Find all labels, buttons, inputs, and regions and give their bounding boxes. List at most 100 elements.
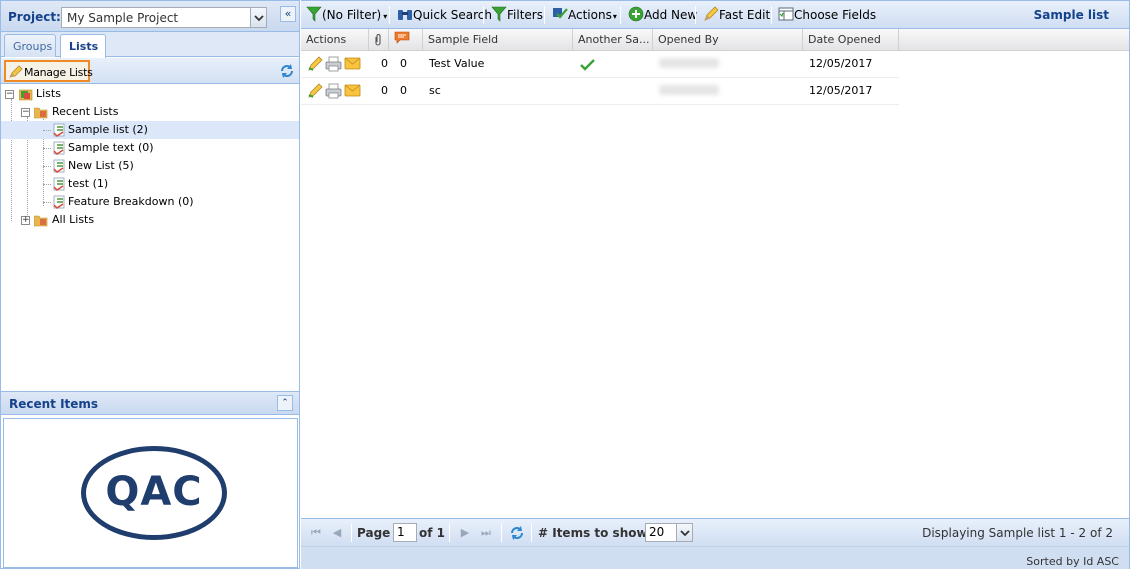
tree-item-list[interactable]: Feature Breakdown (0): [1, 193, 299, 211]
fast-edit-button[interactable]: Fast Edit: [703, 6, 770, 24]
displaying-text: Displaying Sample list 1 - 2 of 2: [922, 526, 1113, 540]
main-panel: (No Filter) ▾ Quick Search Filters Action…: [301, 0, 1130, 569]
prev-page-icon[interactable]: ◀: [330, 526, 344, 540]
manage-lists-bar: Manage Lists: [1, 58, 299, 84]
page-label: Page: [357, 526, 391, 540]
collapse-toggle-icon[interactable]: −: [21, 108, 30, 117]
email-icon[interactable]: [344, 84, 361, 101]
comment-count: 0: [400, 57, 407, 70]
sample-field-value: Test Value: [429, 57, 485, 70]
list-icon: [52, 123, 66, 137]
column-header-opened-by[interactable]: Opened By: [653, 29, 803, 51]
tree-item-label: New List (5): [68, 159, 134, 172]
column-header-attachments[interactable]: [369, 29, 389, 51]
opened-by-value: [659, 85, 719, 95]
actions-dropdown[interactable]: Actions▾: [552, 6, 617, 24]
email-icon[interactable]: [344, 57, 361, 74]
items-per-page-select[interactable]: 20: [645, 523, 693, 542]
list-title: Sample list: [1033, 8, 1109, 22]
list-icon: [52, 159, 66, 173]
choose-fields-button[interactable]: Choose Fields: [778, 6, 876, 24]
filters-button[interactable]: Filters: [491, 6, 543, 24]
tree-item-label: Feature Breakdown (0): [68, 195, 194, 208]
folder-icon: [33, 213, 48, 227]
paperclip-icon: [375, 34, 381, 46]
last-page-icon[interactable]: ⏭: [479, 526, 493, 540]
page-number-input[interactable]: 1: [393, 523, 417, 542]
chevron-down-icon: [254, 15, 264, 22]
manage-lists-label: Manage Lists: [24, 66, 93, 79]
qac-logo: QAC: [81, 446, 227, 540]
tree-item-list[interactable]: Sample list (2): [1, 121, 299, 139]
edit-icon[interactable]: [307, 56, 323, 75]
expand-toggle-icon[interactable]: +: [21, 216, 30, 225]
comment-count: 0: [400, 84, 407, 97]
column-header-sample-field[interactable]: Sample Field: [423, 29, 573, 51]
actions-icon: [553, 8, 568, 19]
page-total: of 1: [419, 526, 445, 540]
left-panel: Project: My Sample Project « Groups List…: [0, 0, 300, 569]
collapse-left-panel-button[interactable]: «: [280, 6, 296, 22]
first-page-icon[interactable]: ⏮: [309, 526, 323, 540]
project-label: Project:: [8, 10, 61, 24]
checkmark-icon: [580, 58, 595, 74]
project-dropdown-trigger[interactable]: [250, 8, 266, 27]
list-icon: [52, 141, 66, 155]
tree-item-list[interactable]: New List (5): [1, 157, 299, 175]
actions-label: Actions: [568, 8, 612, 22]
attachment-count: 0: [381, 57, 388, 70]
column-header-date-opened[interactable]: Date Opened: [803, 29, 899, 51]
tree-item-list[interactable]: Sample text (0): [1, 139, 299, 157]
date-opened-value: 12/05/2017: [809, 84, 873, 97]
grid-toolbar: (No Filter) ▾ Quick Search Filters Action…: [301, 1, 1129, 29]
edit-icon[interactable]: [307, 83, 323, 102]
tree-item-label: test (1): [68, 177, 109, 190]
lists-folder-icon: [18, 87, 33, 101]
collapse-up-icon[interactable]: ⌃: [277, 395, 293, 411]
dropdown-arrow-icon: ▾: [612, 12, 617, 21]
tab-groups[interactable]: Groups: [4, 34, 56, 57]
manage-lists-button[interactable]: Manage Lists: [4, 60, 93, 82]
tree-item-list[interactable]: test (1): [1, 175, 299, 193]
left-tabstrip: Groups Lists: [1, 32, 299, 58]
print-icon[interactable]: [325, 83, 342, 102]
fast-edit-label: Fast Edit: [719, 8, 771, 22]
lists-tree: − Lists − Recent Lists Sample list (2) S…: [1, 85, 299, 385]
recent-items-header: Recent Items ⌃: [1, 391, 299, 415]
tree-item-label: Sample list (2): [68, 123, 148, 136]
table-row[interactable]: 0 0 Test Value 12/05/2017: [301, 51, 899, 78]
collapse-toggle-icon[interactable]: −: [5, 90, 14, 99]
pencil-icon: [704, 6, 719, 21]
sample-field-value: sc: [429, 84, 441, 97]
column-header-another-sample[interactable]: Another Sa...: [573, 29, 653, 51]
add-new-button[interactable]: Add New: [628, 6, 697, 24]
filter-label: (No Filter): [322, 8, 382, 22]
project-combobox[interactable]: My Sample Project: [61, 7, 267, 28]
pagination-bar: ⏮ ◀ Page 1 of 1 ▶ ⏭ # Items to show: 20 …: [301, 518, 1129, 546]
next-page-icon[interactable]: ▶: [458, 526, 472, 540]
status-bar: Sorted by Id ASC: [301, 546, 1129, 569]
refresh-icon[interactable]: [279, 63, 295, 79]
quick-search-button[interactable]: Quick Search: [397, 6, 492, 24]
items-per-page-value: 20: [649, 525, 665, 539]
refresh-icon[interactable]: [509, 525, 525, 544]
sort-status: Sorted by Id ASC: [1026, 555, 1119, 568]
binoculars-icon: [398, 10, 412, 20]
attachment-count: 0: [381, 84, 388, 97]
opened-by-value: [659, 58, 719, 68]
table-row[interactable]: 0 0 sc 12/05/2017: [301, 78, 899, 105]
add-new-label: Add New: [644, 8, 698, 22]
items-dropdown-trigger[interactable]: [676, 524, 692, 541]
items-to-show-label: # Items to show:: [538, 526, 653, 540]
filter-dropdown[interactable]: (No Filter) ▾: [306, 6, 387, 24]
tab-lists[interactable]: Lists: [60, 34, 106, 58]
comment-icon: [394, 31, 410, 44]
print-icon[interactable]: [325, 56, 342, 75]
tree-label-recent-lists: Recent Lists: [52, 105, 119, 118]
project-value: My Sample Project: [67, 11, 179, 25]
column-header-comments[interactable]: [389, 29, 423, 51]
date-opened-value: 12/05/2017: [809, 57, 873, 70]
tree-label-lists: Lists: [36, 87, 61, 100]
grid-header: Actions Sample Field Another Sa... Opene…: [301, 29, 1129, 51]
column-header-actions[interactable]: Actions: [301, 29, 369, 51]
